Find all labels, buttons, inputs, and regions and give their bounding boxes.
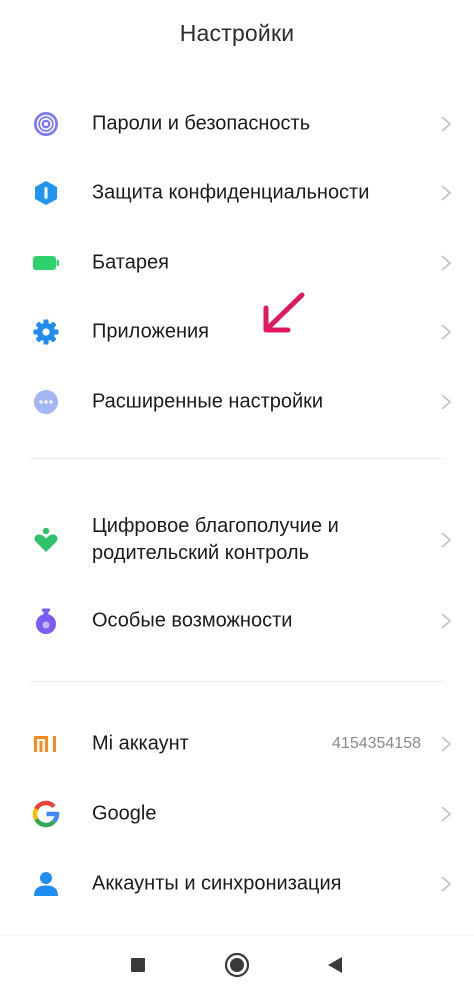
chevron-right-icon — [440, 875, 452, 893]
account-id: 4154354158 — [332, 735, 421, 752]
pointer-arrow-icon — [258, 290, 308, 340]
label-line-2: родительский контроль — [92, 542, 309, 564]
circle-home-icon[interactable] — [222, 950, 252, 980]
system-navigation-bar — [0, 935, 474, 994]
chevron-right-icon — [440, 735, 452, 753]
settings-item-label: Аккаунты и синхронизация — [92, 872, 342, 895]
settings-item-privacy[interactable]: Защита конфиденциальности — [0, 161, 474, 225]
settings-item-accessibility[interactable]: Особые возможности — [0, 589, 474, 653]
gear-icon — [32, 318, 60, 346]
square-recents-icon[interactable] — [123, 950, 153, 980]
chevron-right-icon — [440, 115, 452, 133]
settings-item-label: Особые возможности — [92, 609, 293, 632]
mi-logo-icon — [32, 730, 60, 758]
section-divider — [30, 681, 444, 682]
more-dots-icon — [32, 388, 60, 416]
chevron-right-icon — [440, 805, 452, 823]
triangle-back-icon[interactable] — [320, 950, 350, 980]
chevron-right-icon — [440, 393, 452, 411]
settings-item-mi-account[interactable]: Mi аккаунт 4154354158 — [0, 712, 474, 776]
page-title: Настройки — [179, 20, 295, 46]
chevron-right-icon — [440, 254, 452, 272]
fingerprint-icon — [32, 110, 60, 138]
google-g-icon — [32, 800, 60, 828]
accessibility-flask-icon — [32, 607, 60, 635]
chevron-right-icon — [440, 323, 452, 341]
section-divider — [30, 458, 444, 459]
wellbeing-heart-icon — [32, 526, 60, 554]
settings-item-digital-wellbeing[interactable]: Цифровое благополучие и родительский кон… — [0, 500, 474, 580]
settings-item-label: Пароли и безопасность — [92, 112, 311, 135]
chevron-right-icon — [440, 531, 452, 549]
battery-icon — [32, 249, 60, 277]
chevron-right-icon — [440, 184, 452, 202]
settings-item-label: Защита конфиденциальности — [92, 181, 370, 204]
settings-item-accounts-sync[interactable]: Аккаунты и синхронизация — [0, 852, 474, 916]
settings-item-apps[interactable]: Приложения — [0, 300, 474, 364]
settings-item-google[interactable]: Google — [0, 782, 474, 846]
settings-item-label: Расширенные настройки — [92, 390, 324, 413]
privacy-shield-icon — [32, 179, 60, 207]
user-account-icon — [32, 870, 60, 898]
settings-item-advanced[interactable]: Расширенные настройки — [0, 370, 474, 434]
label-line-1: Цифровое благополучие и — [92, 515, 339, 537]
settings-item-battery[interactable]: Батарея — [0, 231, 474, 295]
settings-item-label: Приложения — [92, 320, 210, 343]
settings-item-label: Батарея — [92, 251, 169, 274]
chevron-right-icon — [440, 612, 452, 630]
settings-item-passwords-security[interactable]: Пароли и безопасность — [0, 92, 474, 156]
settings-item-label: Google — [92, 802, 157, 825]
settings-item-label: Цифровое благополучие и родительский кон… — [92, 513, 339, 567]
settings-item-label: Mi аккаунт — [92, 732, 189, 755]
